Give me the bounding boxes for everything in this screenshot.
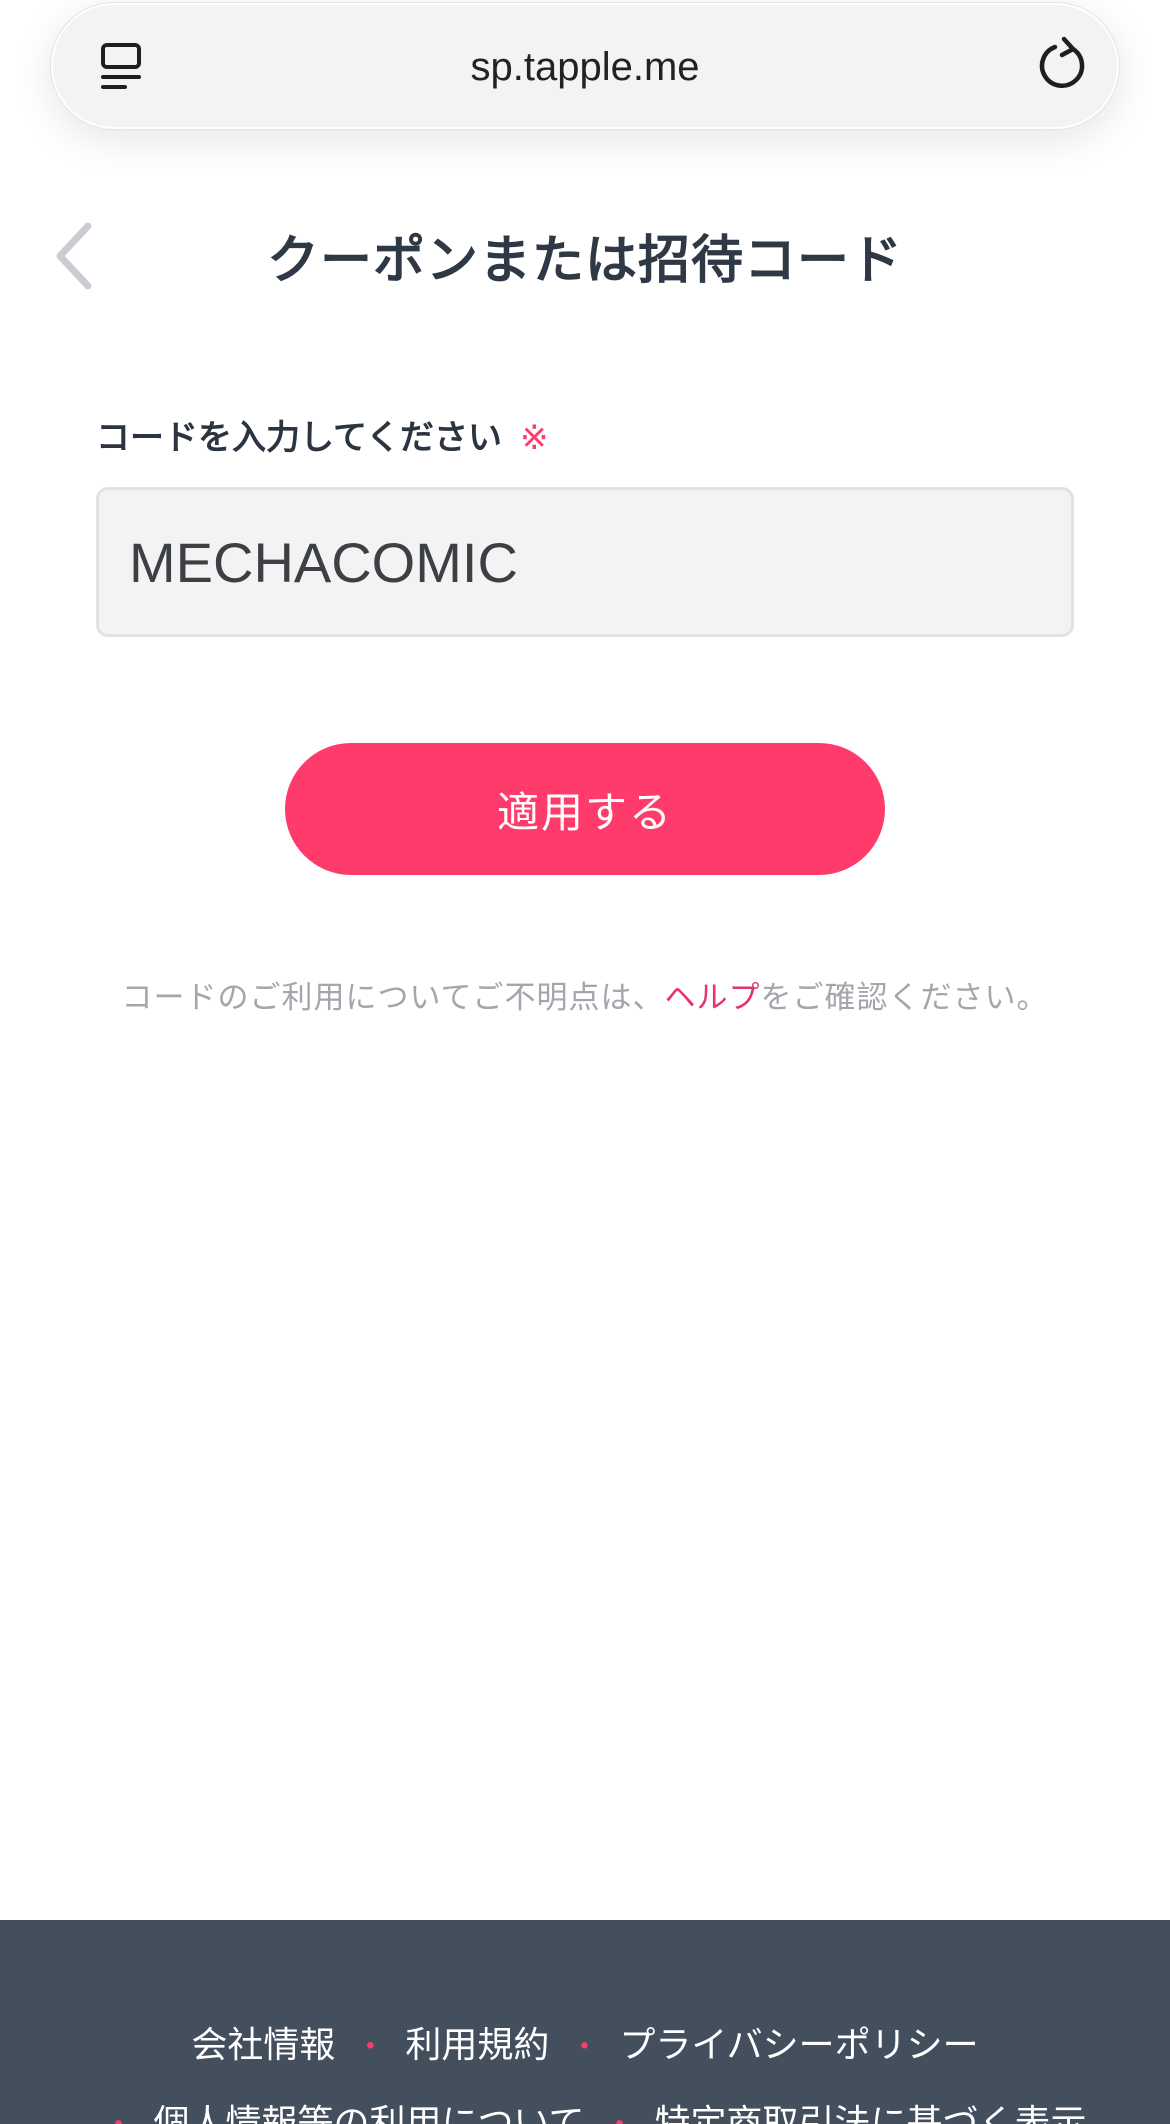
footer-separator: ・ <box>104 2108 134 2124</box>
page: sp.tapple.me クーポンまたは招待コード コードを入力してください ※ … <box>0 0 1170 2124</box>
help-link[interactable]: ヘルプ <box>665 980 761 1016</box>
footer-link-privacy[interactable]: プライバシーポリシー <box>619 2025 978 2066</box>
footer-separator: ・ <box>604 2108 634 2124</box>
footer-link-company[interactable]: 会社情報 <box>191 2025 335 2066</box>
page-title: クーポンまたは招待コード <box>266 231 903 291</box>
footer-link-personal-info[interactable]: 個人情報等の利用について <box>154 2103 585 2124</box>
help-note: コードのご利用についてご不明点は、ヘルプをご確認ください。 <box>0 972 1170 1017</box>
reload-icon[interactable] <box>1033 35 1093 95</box>
apply-button[interactable]: 適用する <box>285 743 885 875</box>
footer-separator: ・ <box>355 2030 386 2065</box>
footer-link-terms[interactable]: 利用規約 <box>405 2025 549 2066</box>
code-field-label-text: コードを入力してください <box>96 418 502 458</box>
required-mark: ※ <box>519 418 549 458</box>
address-bar[interactable]: sp.tapple.me <box>50 2 1120 130</box>
url-text[interactable]: sp.tapple.me <box>51 3 1119 131</box>
footer-row-2: ・ 個人情報等の利用について ・ 特定商取引法に基づく表示 <box>0 2094 1170 2124</box>
footer-link-commerce-act[interactable]: 特定商取引法に基づく表示 <box>654 2103 1086 2124</box>
footer: 会社情報・利用規約・プライバシーポリシー ・個人情報等の利用について・特定商取引… <box>0 1920 1170 2124</box>
footer-separator: ・ <box>569 2030 600 2065</box>
code-input[interactable] <box>96 487 1074 637</box>
footer-row-1: 会社情報・利用規約・プライバシーポリシー <box>0 2016 1170 2068</box>
code-field-label: コードを入力してください ※ <box>96 410 548 459</box>
help-note-suffix: をご確認ください。 <box>760 980 1049 1016</box>
help-note-prefix: コードのご利用についてご不明点は、 <box>121 980 665 1016</box>
